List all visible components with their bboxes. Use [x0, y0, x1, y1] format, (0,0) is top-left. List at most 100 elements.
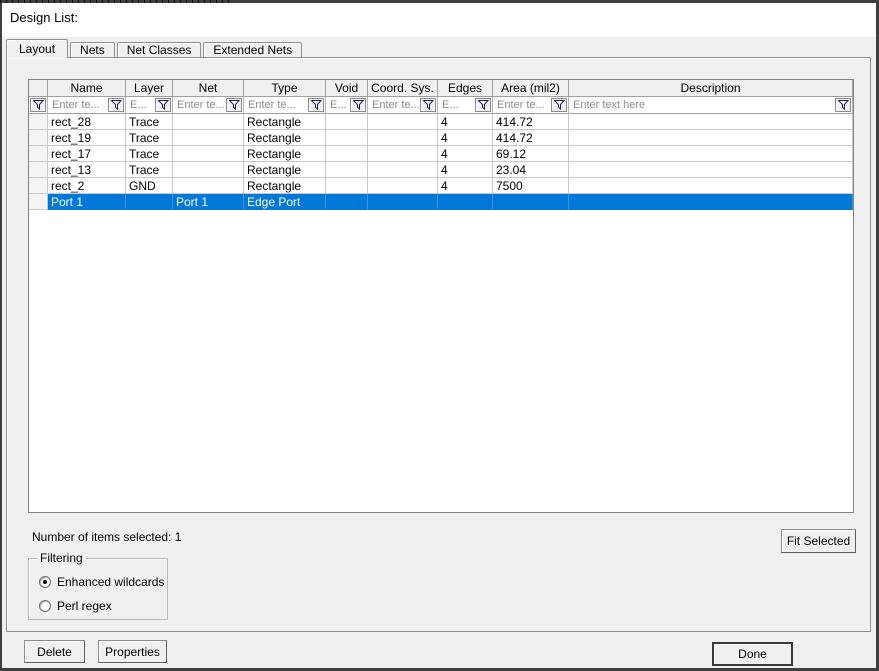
filter-cell-layer: E...: [126, 97, 173, 114]
filter-input-layer[interactable]: E...: [126, 99, 154, 111]
cell-edges: 4: [438, 146, 493, 162]
filtering-groupbox: Filtering Enhanced wildcards Perl regex: [28, 551, 168, 620]
funnel-icon: [228, 100, 240, 110]
cell-name: Port 1: [48, 194, 126, 210]
cell-net: Port 1: [173, 194, 244, 210]
filter-input-coord_sys[interactable]: Enter te...: [368, 99, 419, 111]
filter-funnel-button-type[interactable]: [308, 98, 324, 112]
table-row[interactable]: rect_28 Trace Rectangle 4 414.72: [29, 114, 853, 130]
filter-input-net[interactable]: Enter te...: [173, 99, 225, 111]
filter-input-area[interactable]: Enter te...: [493, 99, 550, 111]
row-selector-cell[interactable]: [29, 162, 48, 178]
column-header-selector[interactable]: [29, 80, 48, 97]
filter-funnel-button-edges[interactable]: [475, 98, 491, 112]
cell-area: [493, 194, 569, 210]
filter-funnel-button-void[interactable]: [350, 98, 366, 112]
column-header-label: Net: [198, 81, 218, 95]
column-header-label: Edges: [447, 81, 483, 95]
radio-perl-regex[interactable]: Perl regex: [39, 599, 112, 613]
filter-funnel-button-name[interactable]: [108, 98, 124, 112]
filter-funnel-button-net[interactable]: [226, 98, 242, 112]
tab-extended-nets[interactable]: Extended Nets: [203, 42, 303, 57]
cell-layer: Trace: [126, 146, 173, 162]
cell-name: rect_28: [48, 114, 126, 130]
filter-input-type[interactable]: Enter te...: [244, 99, 307, 111]
tab-net-classes[interactable]: Net Classes: [116, 42, 202, 57]
tab-label: Layout: [19, 42, 56, 56]
cell-description: [569, 194, 853, 210]
column-header-type[interactable]: Type: [244, 80, 326, 97]
dialog-titlebar: Design List:: [2, 3, 876, 37]
row-selector-cell[interactable]: [29, 114, 48, 130]
column-header-layer[interactable]: Layer: [126, 80, 173, 97]
properties-button[interactable]: Properties: [98, 640, 167, 663]
filter-cell-selector: [29, 97, 48, 114]
column-header-label: Layer: [133, 81, 165, 95]
cell-description: [569, 130, 853, 146]
filter-input-edges[interactable]: E...: [438, 99, 474, 111]
table-row[interactable]: rect_13 Trace Rectangle 4 23.04: [29, 162, 853, 178]
cell-coord_sys: [368, 130, 438, 146]
filter-funnel-button-area[interactable]: [551, 98, 567, 112]
cell-coord_sys: [368, 194, 438, 210]
filter-funnel-button-description[interactable]: [835, 98, 851, 112]
filtering-legend: Filtering: [37, 551, 86, 565]
filter-cell-name: Enter te...: [48, 97, 126, 114]
funnel-icon: [422, 100, 434, 110]
cell-type: Edge Port: [244, 194, 326, 210]
cell-type: Rectangle: [244, 114, 326, 130]
cell-layer: Trace: [126, 162, 173, 178]
column-header-void[interactable]: Void: [326, 80, 368, 97]
column-header-name[interactable]: Name: [48, 80, 126, 97]
column-header-label: Void: [334, 81, 359, 95]
cell-area: 69.12: [493, 146, 569, 162]
row-selector-cell[interactable]: [29, 178, 48, 194]
row-selector-cell[interactable]: [29, 130, 48, 146]
row-selector-cell[interactable]: [29, 146, 48, 162]
cell-name: rect_2: [48, 178, 126, 194]
cell-net: [173, 146, 244, 162]
column-header-area[interactable]: Area (mil2): [493, 80, 569, 97]
cell-coord_sys: [368, 146, 438, 162]
cell-description: [569, 178, 853, 194]
filter-funnel-button-coord_sys[interactable]: [420, 98, 436, 112]
filter-funnel-button-selector[interactable]: [30, 98, 46, 112]
table-row[interactable]: rect_19 Trace Rectangle 4 414.72: [29, 130, 853, 146]
filter-input-void[interactable]: E...: [326, 99, 349, 111]
table-row[interactable]: rect_2 GND Rectangle 4 7500: [29, 178, 853, 194]
funnel-icon: [32, 100, 44, 110]
radio-enhanced-wildcards[interactable]: Enhanced wildcards: [39, 575, 164, 589]
tab-nets[interactable]: Nets: [70, 42, 115, 57]
cell-description: [569, 114, 853, 130]
column-header-net[interactable]: Net: [173, 80, 244, 97]
fit-selected-button[interactable]: Fit Selected: [781, 529, 856, 553]
cell-net: [173, 178, 244, 194]
cell-layer: [126, 194, 173, 210]
cell-area: 23.04: [493, 162, 569, 178]
cell-type: Rectangle: [244, 130, 326, 146]
cell-description: [569, 162, 853, 178]
table-row[interactable]: Port 1 Port 1 Edge Port: [29, 194, 853, 210]
design-items-table: Name Layer Net Type Void Coord. Sys. Edges Area…: [28, 79, 854, 513]
tab-label: Extended Nets: [213, 43, 293, 57]
column-header-label: Area (mil2): [501, 81, 560, 95]
filter-funnel-button-layer[interactable]: [155, 98, 171, 112]
table-row[interactable]: rect_17 Trace Rectangle 4 69.12: [29, 146, 853, 162]
cell-coord_sys: [368, 162, 438, 178]
filter-input-description[interactable]: Enter text here: [569, 99, 834, 111]
funnel-icon: [837, 100, 849, 110]
column-header-edges[interactable]: Edges: [438, 80, 493, 97]
filter-input-name[interactable]: Enter te...: [48, 99, 107, 111]
column-header-description[interactable]: Description: [569, 80, 853, 97]
funnel-icon: [352, 100, 364, 110]
row-selector-cell[interactable]: [29, 194, 48, 210]
tab-layout[interactable]: Layout: [6, 39, 69, 58]
tab-label: Net Classes: [126, 43, 192, 57]
cell-edges: 4: [438, 162, 493, 178]
cell-layer: Trace: [126, 130, 173, 146]
column-header-coord_sys[interactable]: Coord. Sys.: [368, 80, 438, 97]
delete-button[interactable]: Delete: [24, 640, 85, 663]
filter-cell-type: Enter te...: [244, 97, 326, 114]
done-button[interactable]: Done: [713, 643, 792, 665]
funnel-icon: [477, 100, 489, 110]
